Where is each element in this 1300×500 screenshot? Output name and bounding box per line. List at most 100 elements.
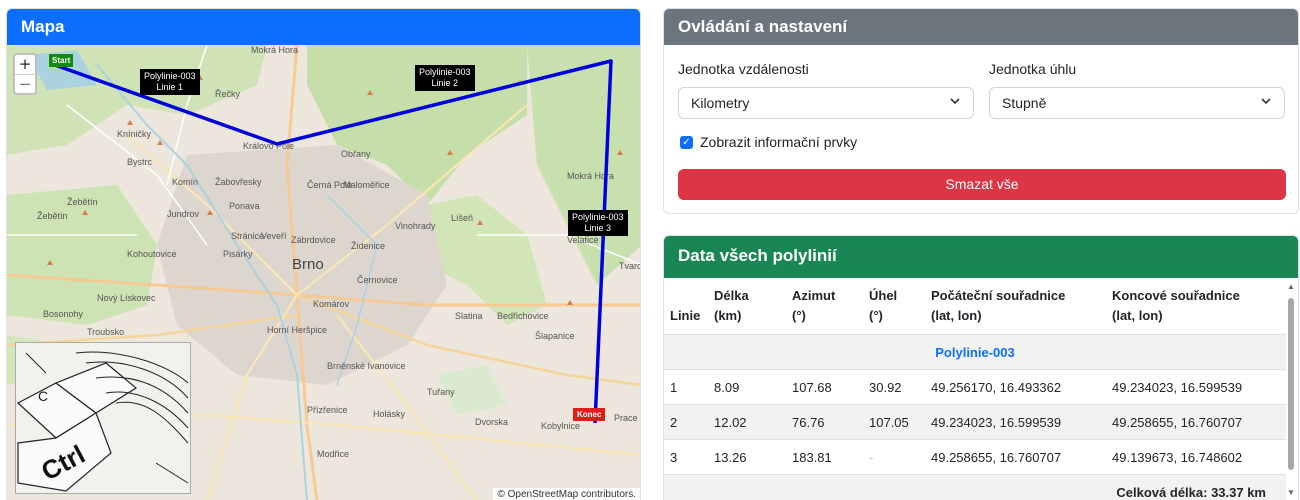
svg-text:Kobylnice: Kobylnice	[541, 421, 580, 431]
svg-text:Horní Heršpice: Horní Heršpice	[267, 325, 327, 335]
svg-text:Ponava: Ponava	[229, 201, 260, 211]
chevron-down-icon	[1260, 95, 1272, 110]
svg-text:Prace: Prace	[614, 413, 638, 423]
table-header-row: Linie Délka (km) Azimut (°) Úhel (°) Počáte…	[664, 278, 1286, 335]
delete-all-button[interactable]: Smazat vše	[678, 169, 1286, 200]
map-title: Mapa	[7, 9, 640, 45]
column-header: Koncové souřadnice (lat, lon)	[1106, 278, 1286, 335]
zoom-control: + −	[13, 53, 37, 95]
svg-text:Přízřenice: Přízřenice	[307, 405, 348, 415]
cell-uhel: -	[863, 439, 925, 475]
cell-delka: 13.26	[708, 439, 786, 475]
group-name[interactable]: Polylinie-003	[664, 334, 1286, 370]
svg-text:Dvorska: Dvorska	[475, 417, 508, 427]
scroll-down-icon[interactable]: ▼	[1287, 488, 1295, 497]
svg-text:Obřany: Obřany	[341, 149, 371, 159]
cell-start: 49.256170, 16.493362	[925, 369, 1106, 405]
svg-text:Tvarožná: Tvarožná	[619, 261, 641, 271]
cell-end: 49.258655, 16.760707	[1106, 404, 1286, 440]
angle-unit-label: Jednotka úhlu	[989, 61, 1077, 77]
cell-azimut: 76.76	[786, 404, 863, 440]
distance-unit-select[interactable]: Kilometry	[678, 87, 974, 119]
tooltip-line-name: Linie 1	[156, 82, 184, 92]
svg-text:Bystrc: Bystrc	[127, 157, 153, 167]
table-row: 3 13.26 183.81 - 49.258655, 16.760707 49…	[664, 439, 1286, 475]
column-header: Úhel (°)	[863, 278, 925, 335]
angle-unit-value: Stupně	[1002, 95, 1047, 111]
column-header: Délka (km)	[708, 278, 786, 335]
svg-text:Šlapanice: Šlapanice	[535, 331, 575, 341]
svg-text:Tuřany: Tuřany	[427, 387, 455, 397]
controls-title: Ovládání a nastavení	[664, 9, 1298, 45]
svg-text:Komárov: Komárov	[313, 299, 350, 309]
svg-text:Žabovřesky: Žabovřesky	[215, 177, 262, 187]
cell-linie: 1	[664, 369, 708, 405]
svg-text:Zábrdovice: Zábrdovice	[291, 235, 336, 245]
controls-card: Ovládání a nastavení Jednotka vzdálenost…	[663, 8, 1299, 214]
start-marker[interactable]: Start	[49, 54, 74, 67]
chevron-down-icon	[949, 95, 961, 110]
cell-delka: 8.09	[708, 369, 786, 405]
cell-linie: 3	[664, 439, 708, 475]
cell-uhel: 30.92	[863, 369, 925, 405]
svg-text:Brno: Brno	[292, 256, 324, 273]
map-card: Mapa Mokrá Hora Řečky Kníničky Královo P…	[6, 8, 641, 500]
data-title: Data všech polylinií	[664, 236, 1298, 278]
scrollbar-thumb[interactable]	[1288, 298, 1294, 470]
cell-delka: 12.02	[708, 404, 786, 440]
svg-text:Brněnské Ivanovice: Brněnské Ivanovice	[327, 361, 406, 371]
column-header: Linie	[664, 278, 708, 335]
svg-text:Řečky: Řečky	[215, 89, 241, 99]
tooltip-line-name: Linie 2	[431, 78, 459, 88]
svg-text:Líšeň: Líšeň	[451, 213, 473, 223]
zoom-out-button[interactable]: −	[15, 74, 35, 93]
column-header: Azimut (°)	[786, 278, 863, 335]
svg-text:Holásky: Holásky	[373, 409, 406, 419]
tooltip-polyline-name: Polylinie-003	[572, 212, 624, 222]
svg-text:Jundrov: Jundrov	[167, 209, 200, 219]
table-row: 2 12.02 76.76 107.05 49.234023, 16.59953…	[664, 404, 1286, 440]
svg-text:Troubsko: Troubsko	[87, 327, 124, 337]
polyline-table: Linie Délka (km) Azimut (°) Úhel (°) Počáte…	[664, 278, 1286, 500]
svg-text:Komín: Komín	[172, 177, 198, 187]
svg-text:Stránice: Stránice	[231, 231, 264, 241]
svg-text:Pisárky: Pisárky	[223, 249, 253, 259]
svg-text:Kohoutovice: Kohoutovice	[127, 249, 177, 259]
svg-text:Maloměřice: Maloměřice	[343, 180, 390, 190]
polyline-tooltip-1: Polylinie-003 Linie 1	[140, 69, 200, 95]
tooltip-line-name: Linie 3	[584, 223, 612, 233]
ctrl-key-illustration: Ctrl C	[15, 342, 191, 494]
data-card: Data všech polylinií Linie Délka (km) Azi…	[663, 235, 1299, 500]
show-info-label[interactable]: Zobrazit informační prvky	[700, 134, 857, 150]
scroll-up-icon[interactable]: ▲	[1287, 282, 1295, 291]
polyline-tooltip-3: Polylinie-003 Linie 3	[568, 210, 628, 236]
cell-start: 49.234023, 16.599539	[925, 404, 1106, 440]
cell-azimut: 183.81	[786, 439, 863, 475]
cell-start: 49.258655, 16.760707	[925, 439, 1106, 475]
tooltip-polyline-name: Polylinie-003	[144, 71, 196, 81]
group-row: Polylinie-003	[664, 334, 1286, 370]
end-marker[interactable]: Konec	[573, 408, 606, 421]
cell-uhel: 107.05	[863, 404, 925, 440]
map-canvas[interactable]: Mokrá Hora Řečky Kníničky Královo Pole B…	[7, 45, 641, 500]
cell-linie: 2	[664, 404, 708, 440]
svg-text:Černovice: Černovice	[357, 275, 398, 285]
svg-text:Nový Lískovec: Nový Lískovec	[97, 293, 156, 303]
map-attribution[interactable]: © OpenStreetMap contributors.	[493, 488, 640, 500]
angle-unit-select[interactable]: Stupně	[989, 87, 1285, 119]
svg-text:Velatice: Velatice	[567, 235, 599, 245]
table-row: 1 8.09 107.68 30.92 49.256170, 16.493362…	[664, 369, 1286, 405]
polyline-tooltip-2: Polylinie-003 Linie 2	[415, 65, 475, 91]
zoom-in-button[interactable]: +	[15, 55, 35, 74]
table-scrollbar[interactable]: ▲ ▼	[1287, 282, 1295, 500]
distance-unit-label: Jednotka vzdálenosti	[678, 61, 809, 77]
cell-end: 49.139673, 16.748602	[1106, 439, 1286, 475]
show-info-checkbox[interactable]: ✓	[680, 136, 693, 149]
svg-text:Bedřichovice: Bedřichovice	[497, 311, 549, 321]
svg-text:Kníničky: Kníničky	[117, 129, 152, 139]
svg-text:Slatina: Slatina	[455, 311, 483, 321]
total-row: Celková délka: 33.37 km	[664, 474, 1286, 500]
cell-end: 49.234023, 16.599539	[1106, 369, 1286, 405]
svg-text:Veveří: Veveří	[261, 231, 287, 241]
svg-text:Mokrá Hora: Mokrá Hora	[251, 45, 298, 55]
